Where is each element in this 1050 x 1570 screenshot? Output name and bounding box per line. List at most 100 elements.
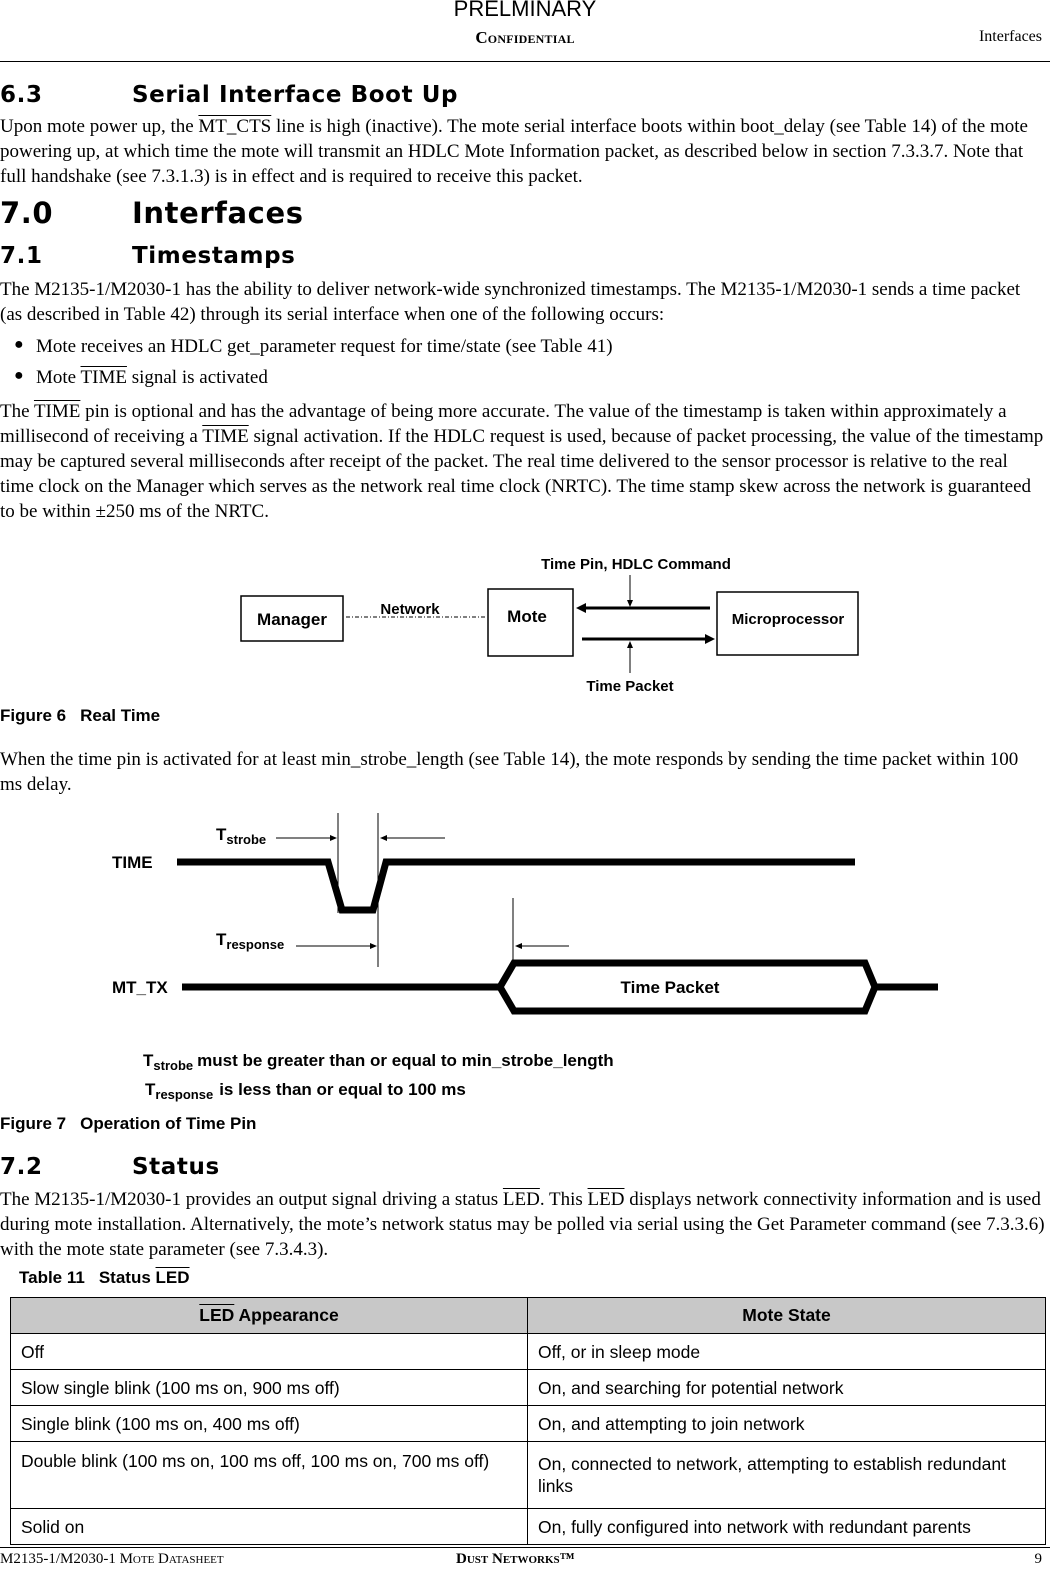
table-row: Double blink (100 ms on, 100 ms off, 100… <box>10 1441 1046 1509</box>
header-ov: LED <box>199 1305 235 1325</box>
packet-label: Time Packet <box>621 978 720 997</box>
cell-led-appearance: Slow single blink (100 ms on, 900 ms off… <box>10 1369 528 1406</box>
note-text: is less than or equal to 100 ms <box>219 1080 466 1099</box>
cell-mote-state: On, and searching for potential network <box>527 1369 1046 1406</box>
heading-number: 7.2 <box>0 1154 43 1180</box>
node-microprocessor-label: Microprocessor <box>732 611 845 628</box>
cell-led-appearance: Solid on <box>10 1508 528 1545</box>
caption-title: Real Time <box>80 706 161 725</box>
text: . This <box>539 1189 588 1210</box>
text: Mote <box>36 367 81 388</box>
t-main: T <box>216 930 227 949</box>
cell-led-appearance: Single blink (100 ms on, 400 ms off) <box>10 1405 528 1442</box>
bullet-item: ● Mote receives an HDLC get_parameter req… <box>14 336 613 358</box>
signal-led: LED <box>502 1189 540 1210</box>
header-rule <box>0 61 1050 62</box>
footer-company: Dust Networks™ <box>456 1551 575 1567</box>
bullet-item: ● Mote TIME signal is activated <box>14 367 268 389</box>
caption-label: Figure 7 <box>0 1114 67 1133</box>
paragraph-time-pin-activation: When the time pin is activated for at le… <box>0 749 1019 795</box>
note-text: must be greater than or equal to min_str… <box>197 1051 614 1070</box>
cell-led-appearance: Double blink (100 ms on, 100 ms off, 100… <box>10 1441 528 1509</box>
cell-mote-state: On, connected to network, attempting to … <box>527 1441 1046 1509</box>
paragraph-time-pin: The TIME pin is optional and has the adv… <box>0 399 1046 524</box>
signal-mt-cts: MT_CTS <box>198 116 272 137</box>
heading-7-2: 7.2 Status <box>0 1154 220 1180</box>
figure-6-caption: Figure 6 Real Time <box>0 706 160 726</box>
signal-time: TIME <box>80 367 127 388</box>
column-header-led-appearance: LED Appearance <box>10 1297 528 1334</box>
table-row: Single blink (100 ms on, 400 ms off) On,… <box>10 1405 1046 1442</box>
t-main: T <box>143 1051 154 1070</box>
text: The <box>0 401 34 422</box>
table-row: Solid on On, fully configured into netwo… <box>10 1508 1046 1545</box>
watermark-preliminary: PRELMINARY <box>453 0 597 21</box>
caption-title: Operation of Time Pin <box>80 1114 257 1133</box>
signal-time-waveform <box>177 858 855 914</box>
arrowhead <box>515 943 522 949</box>
signal-time: TIME <box>202 426 249 447</box>
footer-document-title: M2135-1/M2030-1 Mote Datasheet <box>0 1551 224 1567</box>
bullet-icon: ● <box>14 336 24 353</box>
cell-mote-state: On, fully configured into network with r… <box>527 1508 1046 1545</box>
caption-label: Figure 6 <box>0 706 67 725</box>
pointer-top-head <box>627 600 633 607</box>
arrowhead <box>370 943 377 949</box>
figure-7-timing-diagram: TIME Tstrobe Tresponse MT_TX Time Packet… <box>112 813 938 1102</box>
heading-7-0: 7.0 Interfaces <box>0 196 304 230</box>
signal-mttx-label: MT_TX <box>112 978 168 997</box>
heading-number: 7.0 <box>0 196 54 230</box>
heading-title: Interfaces <box>132 196 304 230</box>
t-strobe-label: Tstrobe <box>216 825 266 847</box>
note-strobe: Tstrobe must be greater than or equal to … <box>143 1051 614 1073</box>
text: Upon mote power up, the <box>0 116 199 137</box>
table-row: Slow single blink (100 ms on, 900 ms off… <box>10 1369 1046 1406</box>
label-time-packet: Time Packet <box>586 678 673 695</box>
cell-mote-state: Off, or in sleep mode <box>527 1333 1046 1370</box>
t-main: T <box>216 825 227 844</box>
signal-led: LED <box>587 1189 625 1210</box>
table-row: Off Off, or in sleep mode <box>10 1333 1046 1370</box>
node-manager-label: Manager <box>257 610 327 629</box>
heading-7-1: 7.1 Timestamps <box>0 243 295 269</box>
figure-7-caption: Figure 7 Operation of Time Pin <box>0 1114 256 1134</box>
header-confidential: Confidential <box>475 28 575 47</box>
caption-title: Status <box>98 1268 156 1287</box>
label-time-pin-hdlc: Time Pin, HDLC Command <box>541 556 731 573</box>
paragraph-timestamps-intro: The M2135-1/M2030-1 has the ability to d… <box>0 279 1021 325</box>
edge-network-label: Network <box>380 601 440 618</box>
heading-title: Timestamps <box>132 243 296 269</box>
bullet-icon: ● <box>14 367 24 384</box>
caption-title-ov: LED <box>155 1268 190 1287</box>
t-sub: response <box>226 937 284 952</box>
note-response: Tresponse is less than or equal to 100 ms <box>145 1080 466 1102</box>
text: signal is activated <box>126 367 268 388</box>
arrowhead <box>330 835 337 841</box>
cell-led-appearance: Off <box>10 1333 528 1370</box>
arrowhead <box>380 835 387 841</box>
signal-time-label: TIME <box>112 853 153 872</box>
status-led-table: LED Appearance Mote State Off Off, or in… <box>10 1297 1046 1545</box>
footer-page-number: 9 <box>1034 1551 1043 1567</box>
figure-6-diagram: Manager Network Mote Microprocessor Time… <box>240 556 859 695</box>
text: The M2135-1/M2030-1 provides an output s… <box>0 1189 503 1210</box>
text: Mote receives an HDLC get_parameter requ… <box>36 336 613 357</box>
paragraph-boot-up: Upon mote power up, the MT_CTS line is h… <box>0 114 1046 189</box>
table-11-caption: Table 11 Status LED <box>19 1268 190 1288</box>
arrowhead-right <box>705 634 715 644</box>
cell-mote-state: On, and attempting to join network <box>527 1405 1046 1442</box>
heading-number: 7.1 <box>0 243 43 269</box>
t-main: T <box>145 1080 156 1099</box>
t-sub: strobe <box>226 832 266 847</box>
heading-title: Serial Interface Boot Up <box>132 82 459 108</box>
pointer-bottom-head <box>627 641 633 648</box>
node-mote-label: Mote <box>507 607 547 626</box>
heading-number: 6.3 <box>0 82 43 108</box>
paragraph-status: The M2135-1/M2030-1 provides an output s… <box>0 1187 1046 1262</box>
t-sub: strobe <box>153 1058 193 1073</box>
table-header-row: LED Appearance Mote State <box>10 1297 1046 1334</box>
caption-label: Table 11 <box>19 1268 85 1287</box>
column-header-mote-state: Mote State <box>527 1297 1046 1334</box>
header-text: Mote State <box>742 1305 831 1325</box>
signal-time: TIME <box>33 401 81 422</box>
